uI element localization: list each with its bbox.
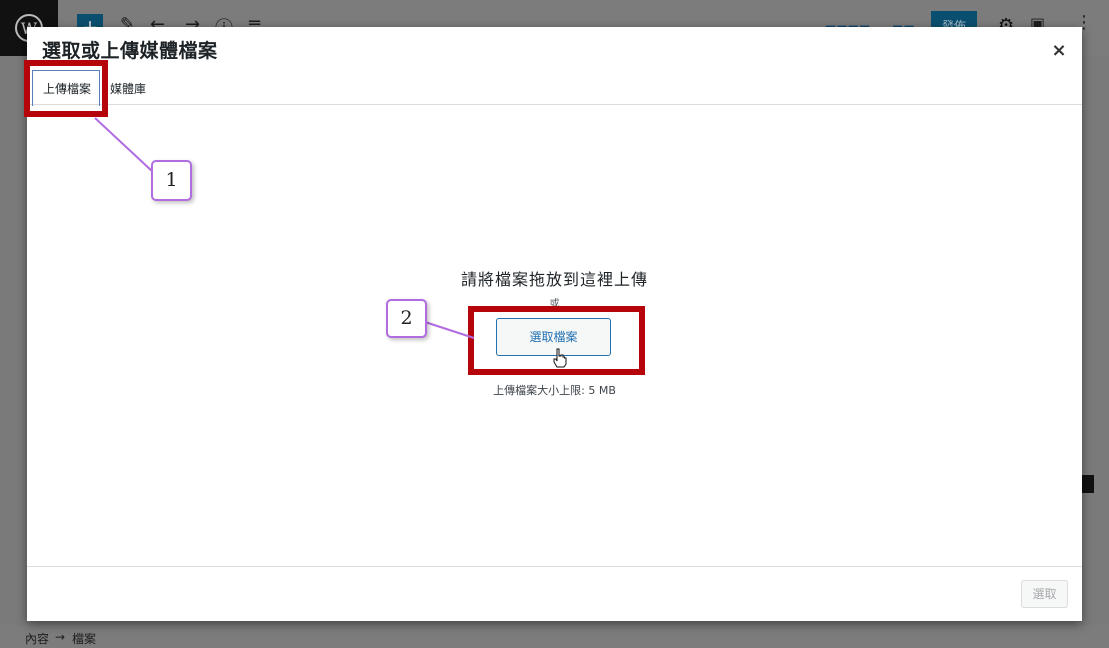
close-icon[interactable]: ×: [1048, 40, 1070, 62]
callout-number-2: 2: [386, 299, 427, 338]
drop-instructions: 請將檔案拖放到這裡上傳: [460, 270, 648, 289]
modal-title: 選取或上傳媒體檔案: [42, 40, 218, 62]
media-tabs: 上傳檔案 媒體庫: [27, 71, 1082, 105]
highlight-box-2: [468, 306, 645, 375]
tab-media-library[interactable]: 媒體庫: [110, 80, 146, 97]
sidebar-fragment: [1082, 475, 1094, 493]
breadcrumb-arrow-icon: →: [55, 630, 66, 644]
breadcrumb-root: 內容: [25, 632, 50, 646]
editor-breadcrumb: 內容 → 檔案: [0, 625, 1109, 648]
callout-number-1: 1: [151, 160, 192, 201]
modal-footer: 選取: [27, 566, 1082, 622]
max-upload-size: 上傳檔案大小上限: 5 MB: [493, 384, 616, 397]
select-button-disabled[interactable]: 選取: [1021, 580, 1068, 608]
breadcrumb-current: 檔案: [72, 632, 97, 646]
highlight-box-1: [24, 60, 108, 117]
